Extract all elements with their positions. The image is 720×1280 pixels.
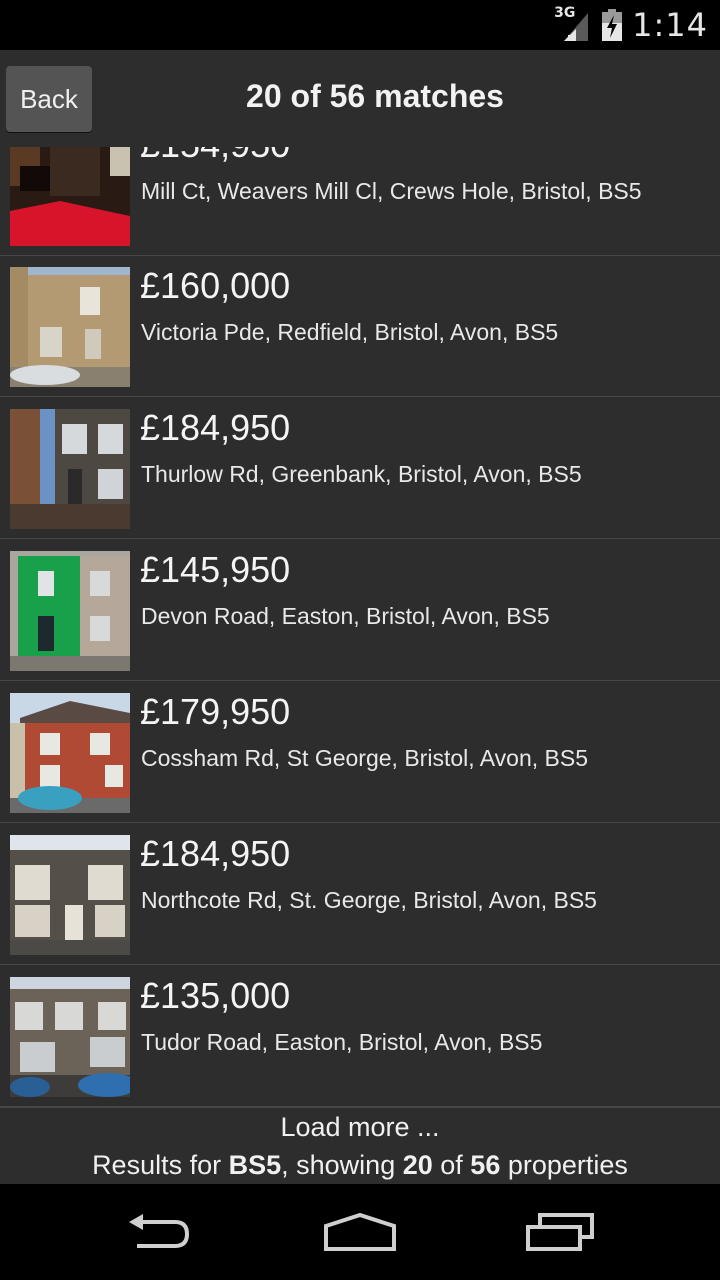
list-item[interactable]: £160,000 Victoria Pde, Redfield, Bristol… xyxy=(0,255,720,397)
list-item[interactable]: £135,000 Tudor Road, Easton, Bristol, Av… xyxy=(0,965,720,1107)
nav-home-button[interactable] xyxy=(315,1204,405,1260)
list-item[interactable]: £145,950 Devon Road, Easton, Bristol, Av… xyxy=(0,539,720,681)
listing-price: £184,950 xyxy=(140,407,291,448)
back-button[interactable]: Back xyxy=(6,66,92,132)
listing-address: Victoria Pde, Redfield, Bristol, Avon, B… xyxy=(141,319,559,345)
listing-address: Cossham Rd, St George, Bristol, Avon, BS… xyxy=(141,745,589,771)
property-list: £154,950 Mill Ct, Weavers Mill Cl, Crews… xyxy=(0,147,720,1107)
system-nav-bar xyxy=(0,1184,720,1280)
recent-apps-icon xyxy=(526,1213,594,1251)
results-suffix: properties xyxy=(500,1150,628,1180)
results-mid2: of xyxy=(432,1150,471,1180)
results-postcode: BS5 xyxy=(228,1150,282,1180)
status-bar: 3G 1:14 xyxy=(0,0,720,50)
page-title: 20 of 56 matches xyxy=(246,78,504,114)
listing-price: £154,950 xyxy=(140,147,290,166)
listing-address: Devon Road, Easton, Bristol, Avon, BS5 xyxy=(141,603,550,629)
property-photo xyxy=(10,693,130,813)
battery-icon xyxy=(602,9,623,41)
list-item[interactable]: £184,950 Thurlow Rd, Greenbank, Bristol,… xyxy=(0,397,720,539)
title-container: 20 of 56 matches xyxy=(120,50,630,147)
nav-recent-apps-button[interactable] xyxy=(515,1204,605,1260)
list-footer: Load more ... Results for BS5, showing 2… xyxy=(0,1107,720,1185)
listing-address: Northcote Rd, St. George, Bristol, Avon,… xyxy=(141,887,597,913)
listing-address: Mill Ct, Weavers Mill Cl, Crews Hole, Br… xyxy=(141,178,642,204)
results-shown: 20 xyxy=(402,1150,433,1180)
listing-address: Thurlow Rd, Greenbank, Bristol, Avon, BS… xyxy=(141,461,582,487)
network-type: 3G xyxy=(554,5,576,21)
property-photo xyxy=(10,835,130,955)
listing-address: Tudor Road, Easton, Bristol, Avon, BS5 xyxy=(141,1029,543,1055)
property-photo xyxy=(10,977,130,1097)
nav-back-button[interactable] xyxy=(115,1204,205,1260)
property-photo xyxy=(10,551,130,671)
signal-icon: 3G xyxy=(554,5,592,43)
results-prefix: Results for xyxy=(92,1150,229,1180)
list-item[interactable]: £154,950 Mill Ct, Weavers Mill Cl, Crews… xyxy=(0,147,720,256)
property-photo xyxy=(10,267,130,387)
listing-price: £135,000 xyxy=(140,975,291,1016)
listing-price: £179,950 xyxy=(140,691,291,732)
results-mid1: , showing xyxy=(281,1150,403,1180)
clock: 1:14 xyxy=(632,6,708,44)
list-item[interactable]: £184,950 Northcote Rd, St. George, Brist… xyxy=(0,823,720,965)
listing-price: £145,950 xyxy=(140,549,291,590)
listing-price: £184,950 xyxy=(140,833,291,874)
home-icon xyxy=(324,1212,396,1251)
back-icon xyxy=(129,1214,190,1248)
results-summary: Results for BS5, showing 20 of 56 proper… xyxy=(0,1150,720,1181)
property-photo xyxy=(10,409,130,529)
property-photo xyxy=(10,147,130,246)
load-more-button[interactable]: Load more ... xyxy=(0,1112,720,1143)
listing-price: £160,000 xyxy=(140,265,291,306)
results-total: 56 xyxy=(470,1150,501,1180)
list-item[interactable]: £179,950 Cossham Rd, St George, Bristol,… xyxy=(0,681,720,823)
